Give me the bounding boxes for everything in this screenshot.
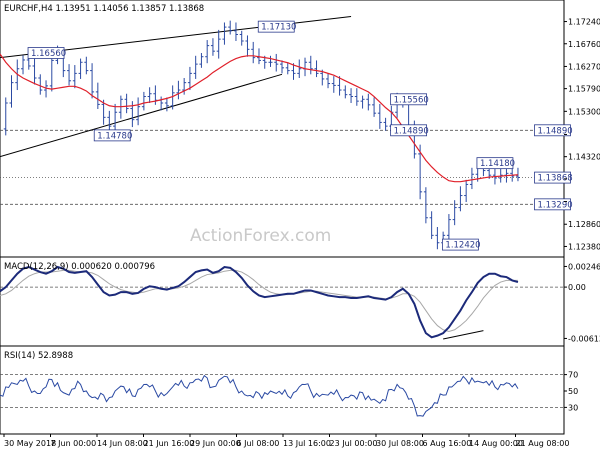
x-tick-label: 6 Aug 16:00 [423, 439, 472, 448]
price-label-text: 1.14890 [537, 126, 572, 136]
price-y-tick-label: 1.15790 [568, 85, 600, 94]
rsi-header: RSI(14) 52.8988 [4, 351, 73, 361]
x-tick-label: 29 Jun 00:00 [190, 439, 241, 448]
macd-y-tick-label: 0.00 [568, 283, 586, 292]
price-y-tick-label: 1.16270 [568, 62, 600, 71]
price-label-text: 1.14890 [394, 126, 429, 136]
x-tick-label: 6 Jul 08:00 [237, 439, 280, 448]
x-tick-label: 30 Jul 08:00 [376, 439, 424, 448]
x-tick-label: 13 Jul 16:00 [283, 439, 331, 448]
x-tick-label: 30 May 2018 [4, 439, 56, 448]
price-header: EURCHF,H4 1.13951 1.14056 1.13857 1.1386… [4, 4, 204, 14]
price-label-text: 1.14180 [480, 159, 515, 169]
macd-header: MACD(12,26,9) 0.000620 0.000796 [4, 262, 155, 272]
price-label-text: 1.16560 [31, 49, 66, 59]
rsi-y-tick-label: 50 [568, 387, 578, 396]
watermark: ActionForex.com [190, 226, 331, 246]
forex-chart: ActionForex.com 1.16560 1.14780 1.17130 1.1… [0, 0, 600, 450]
price-y-tick-label: 1.12860 [568, 220, 600, 229]
macd-y-tick-label: -0.006136 [568, 334, 600, 343]
price-label-text: 1.13868 [537, 174, 572, 184]
price-y-tick-label: 1.16760 [568, 40, 600, 49]
x-tick-label: 14 Jun 08:00 [97, 439, 148, 448]
macd-y-tick-label: 0.002469 [568, 262, 600, 271]
price-label-text: 1.13290 [537, 200, 572, 210]
price-y-tick-label: 1.12380 [568, 242, 600, 251]
x-tick-label: 21 Aug 08:00 [516, 439, 570, 448]
x-tick-label: 23 Jul 00:00 [330, 439, 378, 448]
price-label-text: 1.17130 [261, 23, 296, 33]
x-tick-label: 7 Jun 00:00 [51, 439, 97, 448]
price-y-tick-label: 1.17240 [568, 18, 600, 27]
rsi-y-tick-label: 70 [568, 371, 578, 380]
price-label-text: 1.14780 [97, 131, 132, 141]
price-y-tick-label: 1.15300 [568, 107, 600, 116]
price-label-text: 1.12420 [445, 241, 480, 251]
price-label-text: 1.15560 [394, 95, 429, 105]
rsi-y-tick-label: 30 [568, 403, 578, 412]
x-tick-label: 21 Jun 16:00 [144, 439, 195, 448]
price-y-tick-label: 1.14320 [568, 153, 600, 162]
